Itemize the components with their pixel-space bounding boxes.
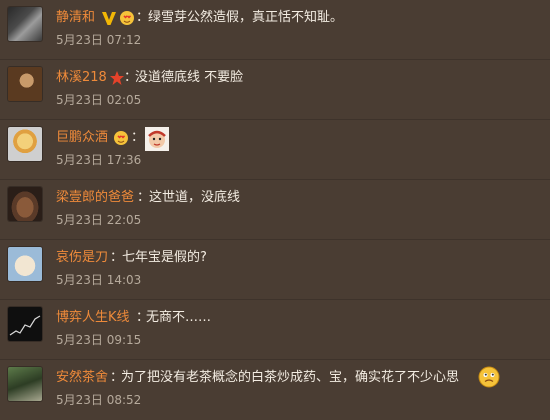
comment-username[interactable]: 梁壹郎的爸爸	[56, 189, 134, 207]
comment-item: 哀伤是刀 ： 七年宝是假的? 5月23日 14:03	[0, 240, 550, 300]
chart-thumbnail	[9, 315, 41, 336]
comment-time: 5月23日 22:05	[56, 213, 142, 227]
comment-username[interactable]: 巨鹏众酒	[56, 129, 108, 147]
avatar[interactable]	[8, 67, 42, 101]
comment-time: 5月23日 17:36	[56, 153, 142, 167]
comment-text: 无商不……	[146, 310, 212, 325]
comment-text: 为了把没有老茶概念的白茶炒成药、宝，确实花了不少心思	[121, 370, 460, 385]
avatar[interactable]	[8, 7, 42, 41]
sticker-emoji-icon	[145, 127, 169, 151]
star-badge-icon	[110, 71, 124, 85]
vip-v-icon	[102, 12, 116, 25]
heart-face-icon	[114, 131, 128, 145]
comment-username[interactable]: 博弈人生K线	[56, 309, 130, 327]
comment-text: 绿雪芽公然造假，真正恬不知耻。	[148, 10, 344, 25]
avatar[interactable]	[8, 127, 42, 161]
comment-time: 5月23日 02:05	[56, 93, 142, 107]
comment-item: 梁壹郎的爸爸 ： 这世道，没底线 5月23日 22:05	[0, 180, 550, 240]
comment-time: 5月23日 08:52	[56, 393, 142, 407]
comment-username[interactable]: 安然茶舍	[56, 369, 108, 387]
avatar[interactable]	[8, 307, 42, 341]
heart-face-icon	[120, 11, 134, 25]
comment-time: 5月23日 07:12	[56, 33, 142, 47]
comment-colon: ：	[131, 130, 145, 145]
comment-text: 这世道，没底线	[149, 190, 241, 205]
comment-list: 静清和 ： 绿雪芽公然造假，真正恬不知耻。 5月23日 07:12 林溪218 …	[0, 0, 550, 416]
avatar[interactable]	[8, 187, 42, 221]
worried-face-emoji-icon	[478, 366, 500, 388]
comment-item: 博弈人生K线 ： 无商不…… 5月23日 09:15	[0, 300, 550, 360]
comment-time: 5月23日 09:15	[56, 333, 142, 347]
comment-username[interactable]: 静清和	[56, 9, 95, 27]
comment-text: 没道德底线 不要脸	[135, 70, 244, 85]
avatar[interactable]	[8, 367, 42, 401]
comment-item: 静清和 ： 绿雪芽公然造假，真正恬不知耻。 5月23日 07:12	[0, 0, 550, 60]
comment-username[interactable]: 哀伤是刀	[56, 249, 108, 267]
comment-item: 安然茶舍 ： 为了把没有老茶概念的白茶炒成药、宝，确实花了不少心思 5月23日 …	[0, 360, 550, 420]
comment-username[interactable]: 林溪218	[56, 69, 107, 87]
avatar[interactable]	[8, 247, 42, 281]
comment-time: 5月23日 14:03	[56, 273, 142, 287]
comment-item: 林溪218 ： 没道德底线 不要脸 5月23日 02:05	[0, 60, 550, 120]
comment-item: 巨鹏众酒 ： 5月23日 17:36	[0, 120, 550, 180]
comment-text: 七年宝是假的?	[122, 250, 207, 265]
